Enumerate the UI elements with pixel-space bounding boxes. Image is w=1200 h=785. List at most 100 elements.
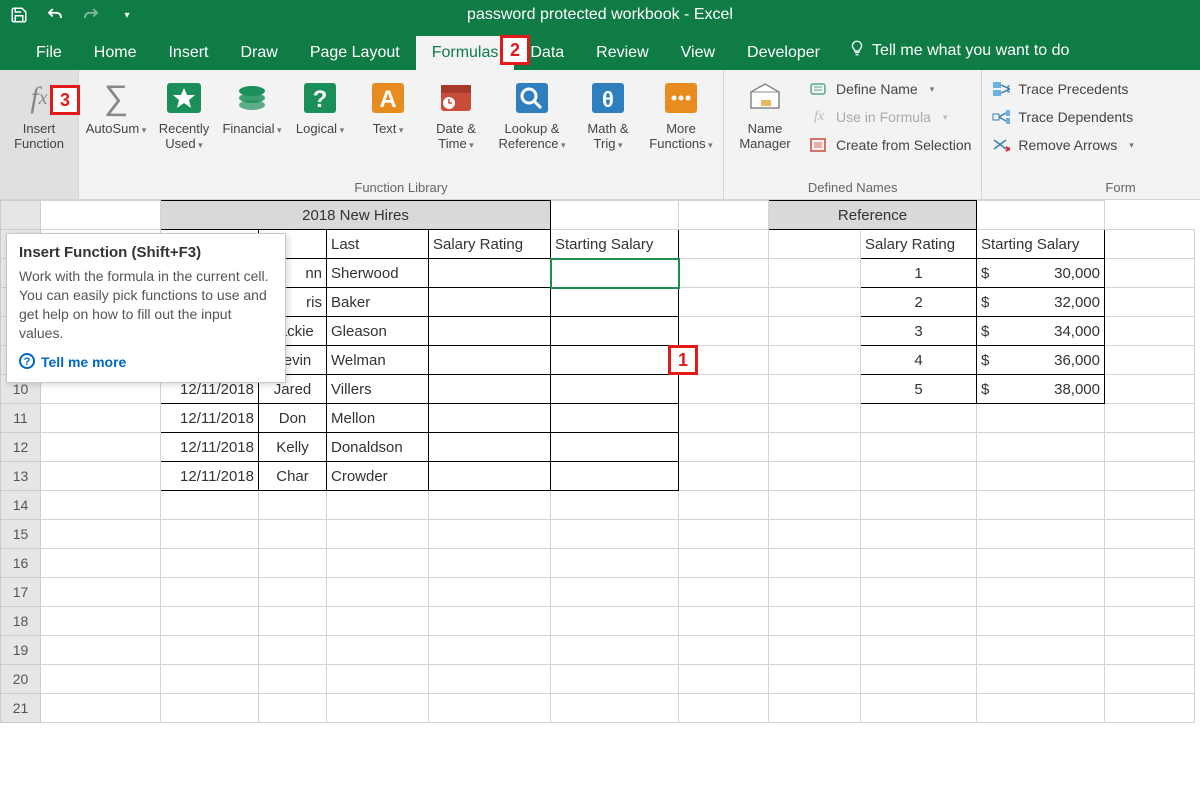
autosum-button[interactable]: ∑ AutoSum <box>85 74 147 137</box>
cell[interactable]: Don <box>259 404 327 433</box>
cell[interactable]: $30,000 <box>977 259 1105 288</box>
cell[interactable]: 4 <box>861 346 977 375</box>
header-starting-salary[interactable]: Starting Salary <box>551 230 679 259</box>
cell[interactable]: Donaldson <box>327 433 429 462</box>
quick-access-toolbar: ▾ <box>10 6 136 24</box>
row-header[interactable]: 17 <box>1 578 41 607</box>
cell[interactable]: Crowder <box>327 462 429 491</box>
cell[interactable]: 12/11/2018 <box>161 433 259 462</box>
reference-title[interactable]: Reference <box>769 201 977 230</box>
star-icon <box>164 78 204 118</box>
cell[interactable]: $36,000 <box>977 346 1105 375</box>
cell[interactable] <box>551 288 679 317</box>
row-header[interactable]: 19 <box>1 636 41 665</box>
cell[interactable]: Welman <box>327 346 429 375</box>
cell[interactable] <box>429 433 551 462</box>
lookup-reference-button[interactable]: Lookup & Reference <box>493 74 571 152</box>
cell[interactable] <box>429 288 551 317</box>
trace-dependents-button[interactable]: Trace Dependents <box>988 106 1137 128</box>
tab-developer[interactable]: Developer <box>731 36 836 70</box>
name-manager-button[interactable]: Name Manager <box>730 74 800 152</box>
create-from-selection-button[interactable]: Create from Selection <box>806 134 975 156</box>
cell[interactable]: 12/11/2018 <box>161 462 259 491</box>
use-in-formula-button[interactable]: fx Use in Formula▾ <box>806 106 975 128</box>
tab-pagelayout[interactable]: Page Layout <box>294 36 416 70</box>
cell[interactable]: Baker <box>327 288 429 317</box>
cell[interactable] <box>429 375 551 404</box>
remove-arrows-icon <box>992 136 1010 154</box>
cell[interactable]: 12/11/2018 <box>161 404 259 433</box>
cell[interactable]: $32,000 <box>977 288 1105 317</box>
header-salary-rating[interactable]: Salary Rating <box>429 230 551 259</box>
tab-draw[interactable]: Draw <box>224 36 293 70</box>
row-header[interactable]: 11 <box>1 404 41 433</box>
cell[interactable]: Mellon <box>327 404 429 433</box>
cell[interactable]: 2 <box>861 288 977 317</box>
row-header[interactable]: 16 <box>1 549 41 578</box>
cell[interactable] <box>551 346 679 375</box>
cell[interactable]: Villers <box>327 375 429 404</box>
math-trig-button[interactable]: θ Math & Trig <box>577 74 639 152</box>
app-name: Excel <box>694 6 733 23</box>
save-icon[interactable] <box>10 6 28 24</box>
recently-used-button[interactable]: Recently Used <box>153 74 215 152</box>
cell[interactable] <box>429 259 551 288</box>
text-button[interactable]: A Text <box>357 74 419 137</box>
cell[interactable] <box>551 462 679 491</box>
row-header[interactable]: 14 <box>1 491 41 520</box>
cell[interactable]: $38,000 <box>977 375 1105 404</box>
trace-precedents-button[interactable]: Trace Precedents <box>988 78 1137 100</box>
define-name-button[interactable]: Define Name▾ <box>806 78 975 100</box>
cell[interactable]: Gleason <box>327 317 429 346</box>
cell[interactable] <box>429 346 551 375</box>
undo-icon[interactable] <box>46 6 64 24</box>
row-header[interactable]: 13 <box>1 462 41 491</box>
cell[interactable]: 1 <box>861 259 977 288</box>
ribbon-tabs: File Home Insert Draw Page Layout Formul… <box>0 30 1200 70</box>
tell-me-more-link[interactable]: ? Tell me more <box>19 353 273 372</box>
svg-text:?: ? <box>313 86 328 113</box>
cell[interactable] <box>429 462 551 491</box>
row-header[interactable]: 20 <box>1 665 41 694</box>
cell[interactable] <box>551 375 679 404</box>
cell[interactable] <box>429 317 551 346</box>
cell[interactable] <box>429 404 551 433</box>
row-header[interactable]: 12 <box>1 433 41 462</box>
tab-insert[interactable]: Insert <box>152 36 224 70</box>
cell[interactable]: Kelly <box>259 433 327 462</box>
redo-icon[interactable] <box>82 6 100 24</box>
row-header[interactable]: 21 <box>1 694 41 723</box>
customize-qat-icon[interactable]: ▾ <box>118 6 136 24</box>
date-time-button[interactable]: Date & Time <box>425 74 487 152</box>
cell[interactable]: Char <box>259 462 327 491</box>
logical-button[interactable]: ? Logical <box>289 74 351 137</box>
insert-function-tooltip: Insert Function (Shift+F3) Work with the… <box>6 233 286 383</box>
tab-view[interactable]: View <box>665 36 731 70</box>
cell[interactable] <box>551 317 679 346</box>
ref-header-rating[interactable]: Salary Rating <box>861 230 977 259</box>
cell[interactable] <box>551 404 679 433</box>
cell[interactable]: Sherwood <box>327 259 429 288</box>
ref-header-salary[interactable]: Starting Salary <box>977 230 1105 259</box>
row-header[interactable] <box>1 201 41 230</box>
header-last[interactable]: Last <box>327 230 429 259</box>
defined-names-label: Defined Names <box>730 176 975 199</box>
more-functions-button[interactable]: More Functions <box>645 74 717 152</box>
tab-home[interactable]: Home <box>78 36 153 70</box>
financial-button[interactable]: Financial <box>221 74 283 137</box>
question-icon: ? <box>300 78 340 118</box>
tab-review[interactable]: Review <box>580 36 664 70</box>
row-header[interactable]: 15 <box>1 520 41 549</box>
function-library-label: Function Library <box>85 176 717 199</box>
remove-arrows-button[interactable]: Remove Arrows▾ <box>988 134 1137 156</box>
cell[interactable]: 3 <box>861 317 977 346</box>
coins-icon <box>232 78 272 118</box>
cell[interactable] <box>551 433 679 462</box>
tell-me-search[interactable]: Tell me what you want to do <box>836 31 1081 70</box>
selected-cell[interactable] <box>551 259 679 288</box>
cell[interactable]: $34,000 <box>977 317 1105 346</box>
tab-file[interactable]: File <box>20 36 78 70</box>
hires-title[interactable]: 2018 New Hires <box>161 201 551 230</box>
row-header[interactable]: 18 <box>1 607 41 636</box>
cell[interactable]: 5 <box>861 375 977 404</box>
